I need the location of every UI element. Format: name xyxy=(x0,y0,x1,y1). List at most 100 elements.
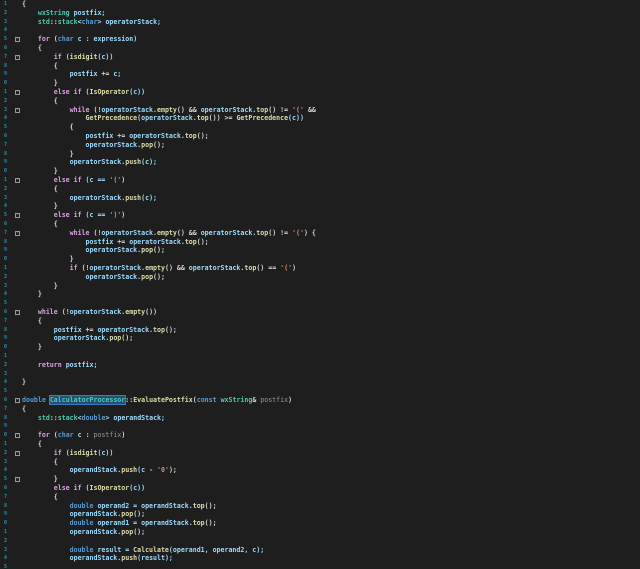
code-line[interactable]: 3 { xyxy=(0,458,640,467)
code-line[interactable]: 5 xyxy=(0,299,640,308)
code-text[interactable]: wxString postfix; xyxy=(22,9,106,18)
fold-toggle-icon[interactable]: - xyxy=(15,107,20,113)
code-line[interactable]: 2 wxString postfix; xyxy=(0,9,640,18)
code-line[interactable]: 4 GetPrecedence(operatorStack.top()) >= … xyxy=(0,114,640,123)
code-text[interactable]: std::stack<char> operatorStack; xyxy=(22,18,161,27)
code-text[interactable]: while (!operatorStack.empty()) xyxy=(22,308,157,317)
code-line[interactable]: 5 { xyxy=(0,123,640,132)
code-text[interactable]: { xyxy=(22,123,74,132)
code-text[interactable]: } xyxy=(22,378,26,387)
code-line[interactable]: 3 operatorStack.push(c); xyxy=(0,194,640,203)
fold-toggle-icon[interactable]: - xyxy=(15,477,20,483)
code-line[interactable]: 0 double operand1 = operandStack.top(); xyxy=(0,519,640,528)
code-line[interactable]: 1{ xyxy=(0,0,640,9)
code-line[interactable]: 0 } xyxy=(0,79,640,88)
code-line[interactable]: 9 postfix += c; xyxy=(0,70,640,79)
code-text[interactable]: else if (c == ')') xyxy=(22,211,126,220)
fold-toggle-icon[interactable]: - xyxy=(15,398,20,403)
code-text[interactable]: operandStack.pop(); xyxy=(22,510,145,519)
code-line[interactable]: 8 { xyxy=(0,62,640,71)
code-text[interactable]: postfix += c; xyxy=(22,70,122,79)
code-text[interactable]: } xyxy=(22,290,42,299)
code-line[interactable]: 4 xyxy=(0,26,640,35)
code-text[interactable]: { xyxy=(22,317,42,326)
code-line[interactable]: 7 { xyxy=(0,317,640,326)
code-text[interactable]: return postfix; xyxy=(22,361,98,370)
code-line[interactable]: 6 - double CalculatorProcessor::EvaluatePo… xyxy=(0,395,640,405)
fold-toggle-icon[interactable]: - xyxy=(15,37,20,43)
code-line[interactable]: 4 operandStack.push(result); xyxy=(0,554,640,563)
code-line[interactable]: 5 xyxy=(0,563,640,569)
code-text[interactable]: operatorStack.push(c); xyxy=(22,194,157,203)
code-line[interactable]: 6 else if (IsOperator(c)) xyxy=(0,484,640,493)
code-text[interactable]: { xyxy=(22,220,58,229)
code-line[interactable]: 8 } xyxy=(0,150,640,159)
code-line[interactable]: 1 xyxy=(0,352,640,361)
code-line[interactable]: 9 operatorStack.pop(); xyxy=(0,334,640,343)
code-text[interactable]: for (char c : postfix) xyxy=(22,431,125,440)
code-text[interactable]: { xyxy=(22,458,58,467)
code-line[interactable]: 6 - while (!operatorStack.empty()) xyxy=(0,308,640,317)
code-line[interactable]: 3 std::stack<char> operatorStack; xyxy=(0,18,640,27)
code-text[interactable]: postfix += operatorStack.top(); xyxy=(22,326,177,335)
code-text[interactable]: postfix += operatorStack.top(); xyxy=(22,238,209,247)
code-text[interactable]: std::stack<double> operandStack; xyxy=(22,414,165,423)
code-text[interactable]: else if (c == '(') xyxy=(22,176,126,185)
code-line[interactable]: 2 { xyxy=(0,185,640,194)
fold-toggle-icon[interactable]: - xyxy=(15,433,20,439)
code-text[interactable]: } xyxy=(22,150,74,159)
code-line[interactable]: 9 operatorStack.push(c); xyxy=(0,158,640,167)
code-line[interactable]: 0 } xyxy=(0,167,640,176)
code-line[interactable]: 5 - } xyxy=(0,475,640,484)
fold-toggle-icon[interactable]: - xyxy=(15,450,20,456)
code-text[interactable]: } xyxy=(22,202,58,211)
code-text[interactable]: { xyxy=(22,62,58,71)
code-text[interactable]: if (!operatorStack.empty() && operatorSt… xyxy=(22,264,296,273)
code-line[interactable]: 7 operatorStack.pop(); xyxy=(0,141,640,150)
fold-toggle-icon[interactable]: - xyxy=(15,310,20,315)
code-line[interactable]: 4} xyxy=(0,378,640,387)
code-line[interactable]: 9 operandStack.pop(); xyxy=(0,510,640,519)
code-line[interactable]: 0 } xyxy=(0,343,640,352)
code-line[interactable]: 2 - if (isdigit(c)) xyxy=(0,449,640,458)
code-text[interactable]: operatorStack.pop(); xyxy=(22,334,133,343)
code-text[interactable]: double operand2 = operandStack.top(); xyxy=(22,502,217,511)
code-text[interactable]: { xyxy=(22,44,42,53)
code-text[interactable]: for (char c : expression) xyxy=(22,35,137,44)
fold-toggle-icon[interactable]: - xyxy=(15,54,20,60)
code-text[interactable]: { xyxy=(22,405,26,414)
code-text[interactable]: { xyxy=(22,97,58,106)
code-text[interactable]: if (isdigit(c)) xyxy=(22,53,114,62)
code-text[interactable]: { xyxy=(22,440,42,449)
code-text[interactable]: } xyxy=(22,79,58,88)
code-text[interactable]: operatorStack.pop(); xyxy=(22,141,165,150)
code-line[interactable]: 4 operandStack.push(c - '0'); xyxy=(0,466,640,475)
code-text[interactable]: operatorStack.pop(); xyxy=(22,273,165,282)
code-line[interactable]: 1 - else if (c == '(') xyxy=(0,176,640,185)
code-line[interactable]: 3 double result = Calculate(operand1, op… xyxy=(0,546,640,555)
code-line[interactable]: 6 postfix += operatorStack.top(); xyxy=(0,132,640,141)
fold-toggle-icon[interactable]: - xyxy=(15,213,20,219)
code-line[interactable]: 7 - while (!operatorStack.empty() && oper… xyxy=(0,229,640,238)
code-line[interactable]: 3 xyxy=(0,370,640,379)
code-line[interactable]: 4 } xyxy=(0,290,640,299)
code-text[interactable]: } xyxy=(22,167,58,176)
code-text[interactable]: { xyxy=(22,185,58,194)
code-line[interactable]: 3 - while (!operatorStack.empty() && oper… xyxy=(0,106,640,115)
code-text[interactable]: double CalculatorProcessor::EvaluatePost… xyxy=(22,395,292,405)
code-text[interactable]: } xyxy=(22,282,58,291)
code-line[interactable]: 0 - for (char c : postfix) xyxy=(0,431,640,440)
code-line[interactable]: 2 return postfix; xyxy=(0,361,640,370)
code-line[interactable]: 1 if (!operatorStack.empty() && operator… xyxy=(0,264,640,273)
code-text[interactable]: GetPrecedence(operatorStack.top()) >= Ge… xyxy=(22,114,304,123)
code-line[interactable]: 7 - if (isdigit(c)) xyxy=(0,53,640,62)
code-line[interactable]: 2 operatorStack.pop(); xyxy=(0,273,640,282)
code-line[interactable]: 2 { xyxy=(0,97,640,106)
code-text[interactable]: { xyxy=(22,0,26,9)
code-text[interactable]: operatorStack.pop(); xyxy=(22,246,165,255)
code-line[interactable]: 5 - else if (c == ')') xyxy=(0,211,640,220)
code-line[interactable]: 9 xyxy=(0,422,640,431)
code-text[interactable]: } xyxy=(22,343,42,352)
code-line[interactable]: 5 xyxy=(0,387,640,396)
code-text[interactable]: operandStack.pop(); xyxy=(22,528,145,537)
